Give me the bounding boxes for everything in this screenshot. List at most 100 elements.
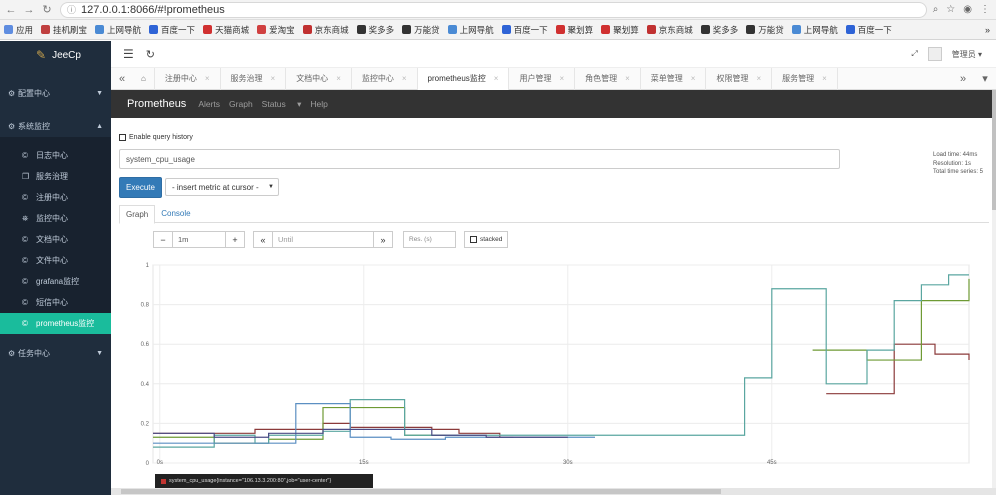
address-bar[interactable]: ⓘ 127.0.0.1:8066/#!prometheus xyxy=(60,1,927,18)
close-icon[interactable]: × xyxy=(559,74,564,83)
prometheus-brand[interactable]: Prometheus xyxy=(127,98,186,110)
sidebar-group[interactable]: ⚙ 系统监控 ▲ xyxy=(0,115,111,137)
bookmark-item[interactable]: 百度一下 xyxy=(845,24,892,36)
close-icon[interactable]: × xyxy=(205,74,210,83)
close-icon[interactable]: × xyxy=(691,74,696,83)
tab-graph[interactable]: Graph xyxy=(119,205,156,224)
hamburger-icon[interactable]: ☰ xyxy=(123,47,134,61)
logo-text: JeeCp xyxy=(52,49,81,61)
fullscreen-icon[interactable]: ⤢ xyxy=(911,49,917,59)
nav-help[interactable]: Help xyxy=(310,99,327,109)
bookmark-item[interactable]: 百度一下 xyxy=(501,24,548,36)
sidebar-item[interactable]: © 短信中心 xyxy=(0,292,111,313)
page-tab[interactable]: prometheus监控 × xyxy=(417,67,510,90)
home-tab-icon[interactable]: ⌂ xyxy=(133,67,155,90)
sidebar-item[interactable]: ❐ 服务治理 xyxy=(0,166,111,187)
bookmark-item[interactable]: 应用 xyxy=(4,24,33,36)
sidebar-item-label: 文件中心 xyxy=(36,256,68,265)
star-icon[interactable]: ☆ xyxy=(946,4,955,15)
menu-icon[interactable]: ⋮ xyxy=(980,4,990,15)
page-tab[interactable]: 权限管理 × xyxy=(706,67,773,90)
avatar[interactable] xyxy=(927,47,942,61)
sidebar-item[interactable]: © grafana监控 xyxy=(0,271,111,292)
query-history-toggle[interactable]: Enable query history xyxy=(119,134,193,141)
user-menu[interactable]: 管理员 ▾ xyxy=(952,49,982,60)
close-icon[interactable]: × xyxy=(822,74,827,83)
tab-menu-icon[interactable]: ▾ xyxy=(974,72,996,85)
tab-scroll-left-icon[interactable]: « xyxy=(111,73,133,85)
bookmark-item[interactable]: 上网导航 xyxy=(791,24,838,36)
sidebar-item[interactable]: © 文档中心 xyxy=(0,229,111,250)
time-back-button[interactable]: « xyxy=(253,231,273,248)
nav-alerts[interactable]: Alerts xyxy=(198,99,220,109)
bookmark-item[interactable]: 万能贷 xyxy=(746,24,784,36)
nav-status[interactable]: Status ▾ xyxy=(262,99,302,110)
sidebar-item[interactable]: © 日志中心 xyxy=(0,145,111,166)
page-tab[interactable]: 服务治理 × xyxy=(221,67,287,90)
nav-graph[interactable]: Graph xyxy=(229,99,253,109)
close-icon[interactable]: × xyxy=(756,74,761,83)
reload-icon[interactable]: ↻ xyxy=(40,3,54,16)
search-icon[interactable]: ⌕ xyxy=(933,4,939,15)
page-tab-label: 菜单管理 xyxy=(650,74,683,83)
page-tab[interactable]: 注册中心 × xyxy=(155,67,221,90)
item-icon: © xyxy=(22,256,28,265)
sidebar-item[interactable]: ⛯ 监控中心 xyxy=(0,208,111,229)
bookmark-item[interactable]: 上网导航 xyxy=(95,24,141,36)
sidebar-item[interactable]: © 文件中心 xyxy=(0,250,111,271)
close-icon[interactable]: × xyxy=(271,74,276,83)
range-increase-button[interactable]: + xyxy=(225,231,245,248)
bookmark-item[interactable]: 上网导航 xyxy=(447,24,494,36)
sidebar-group[interactable]: ⚙ 任务中心 ▼ xyxy=(0,342,111,364)
bookmark-item[interactable]: 万能贷 xyxy=(402,24,440,36)
close-icon[interactable]: × xyxy=(494,74,499,83)
page-tab-label: 监控中心 xyxy=(361,74,394,83)
hscroll-thumb[interactable] xyxy=(121,489,721,494)
range-input[interactable]: 1m xyxy=(173,231,225,248)
bookmark-item[interactable]: 聚划算 xyxy=(601,24,639,36)
vertical-scrollbar[interactable] xyxy=(992,90,996,495)
stacked-toggle[interactable]: stacked xyxy=(464,231,509,248)
extension-icon[interactable]: ◉ xyxy=(963,4,972,15)
sidebar-item[interactable]: © 注册中心 xyxy=(0,187,111,208)
bookmark-item[interactable]: 京东商城 xyxy=(302,24,349,36)
execute-button[interactable]: Execute xyxy=(119,177,162,198)
sidebar-item[interactable]: © prometheus监控 xyxy=(0,313,111,334)
bookmark-item[interactable]: 京东商城 xyxy=(646,24,693,36)
page-tab[interactable]: 监控中心 × xyxy=(352,67,418,90)
bookmark-item[interactable]: 挂机刷宝 xyxy=(41,24,87,36)
page-tab[interactable]: 用户管理 × xyxy=(509,67,576,90)
bookmark-item[interactable]: 百度一下 xyxy=(149,24,195,36)
tab-console[interactable]: Console xyxy=(155,205,196,222)
caret-up-icon: ▲ xyxy=(96,122,103,130)
bookmark-label: 聚划算 xyxy=(613,24,639,35)
expression-input[interactable]: system_cpu_usage xyxy=(119,149,840,169)
horizontal-scrollbar[interactable] xyxy=(111,488,996,495)
history-checkbox[interactable] xyxy=(119,134,126,141)
bookmark-item[interactable]: 奖多多 xyxy=(700,24,738,36)
until-input[interactable]: Until xyxy=(273,231,373,248)
refresh-icon[interactable]: ↻ xyxy=(146,48,155,61)
back-icon[interactable]: ← xyxy=(4,4,18,16)
page-tab[interactable]: 文档中心 × xyxy=(286,67,352,90)
range-decrease-button[interactable]: − xyxy=(153,231,173,248)
bookmark-item[interactable]: 聚划算 xyxy=(555,24,593,36)
scroll-thumb[interactable] xyxy=(992,90,996,210)
time-forward-button[interactable]: » xyxy=(373,231,393,248)
close-icon[interactable]: × xyxy=(336,74,341,83)
page-tab[interactable]: 服务管理 × xyxy=(772,67,838,90)
sidebar-group[interactable]: ⚙ 配置中心 ▼ xyxy=(0,82,111,104)
page-tab[interactable]: 菜单管理 × xyxy=(641,67,707,90)
close-icon[interactable]: × xyxy=(625,74,630,83)
insert-metric-select[interactable]: - insert metric at cursor - ▼ xyxy=(165,178,279,196)
forward-icon[interactable]: → xyxy=(22,4,36,16)
close-icon[interactable]: × xyxy=(402,74,407,83)
page-tab[interactable]: 角色管理 × xyxy=(575,67,641,90)
resolution-input[interactable]: Res. (s) xyxy=(403,231,456,248)
y-tick-label: 1 xyxy=(146,263,150,269)
bookmark-item[interactable]: 奖多多 xyxy=(356,24,394,36)
bookmark-item[interactable]: 天猫商城 xyxy=(203,24,249,36)
bookmark-item[interactable]: 爱淘宝 xyxy=(257,24,295,36)
bookmarks-more-button[interactable]: » xyxy=(985,25,990,35)
tab-scroll-right-icon[interactable]: » xyxy=(952,73,974,85)
